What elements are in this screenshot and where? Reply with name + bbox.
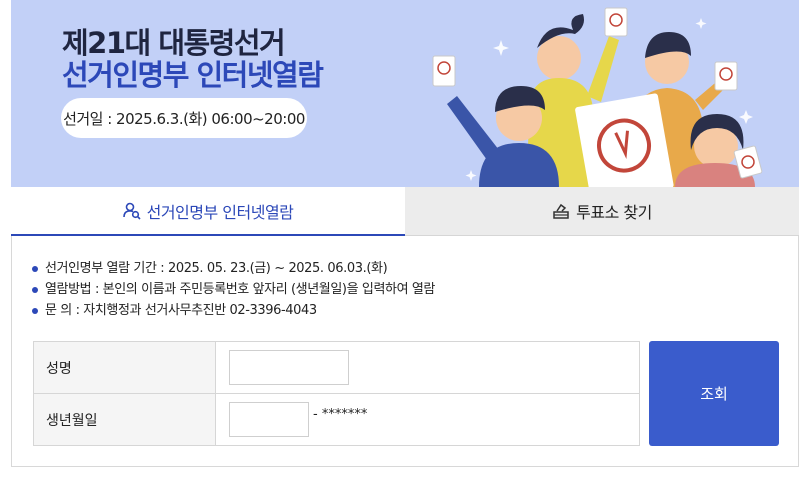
tab-polling-place-label: 투표소 찾기 [576, 203, 652, 222]
bullet-icon [32, 265, 38, 272]
person-search-icon [122, 202, 141, 220]
birth-row: 생년월일 - ******* [34, 394, 639, 445]
birthdate-input[interactable] [229, 402, 309, 437]
lookup-panel: 선거인명부 열람 기간 : 2025. 05. 23.(금) ~ 2025. 0… [11, 236, 799, 467]
bullet-icon [32, 307, 38, 314]
lookup-button[interactable]: 조회 [649, 341, 779, 446]
name-input[interactable] [229, 350, 349, 385]
banner-title-line2: 선거인명부 인터넷열람 [62, 58, 324, 92]
info-item-period: 선거인명부 열람 기간 : 2025. 05. 23.(금) ~ 2025. 0… [32, 258, 435, 279]
lookup-form: 성명 생년월일 - ******* [33, 341, 640, 446]
rrn-mask: - ******* [313, 407, 368, 422]
tab-bar: 선거인명부 인터넷열람 투표소 찾기 [11, 187, 799, 236]
info-item-contact: 문 의 : 자치행정과 선거사무추진반 02-3396-4043 [32, 300, 435, 321]
tab-polling-place[interactable]: 투표소 찾기 [405, 187, 799, 236]
info-text: 선거인명부 열람 기간 : 2025. 05. 23.(금) ~ 2025. 0… [45, 261, 388, 276]
election-date-pill: 선거일 : 2025.6.3.(화) 06:00~20:00 [61, 98, 307, 138]
info-list: 선거인명부 열람 기간 : 2025. 05. 23.(금) ~ 2025. 0… [32, 258, 435, 321]
hero-banner: 제21대 대통령선거 선거인명부 인터넷열람 선거일 : 2025.6.3.(화… [11, 0, 799, 187]
info-text: 열람방법 : 본인의 이름과 주민등록번호 앞자리 (생년월일)을 입력하여 열… [45, 282, 435, 297]
info-text: 문 의 : 자치행정과 선거사무추진반 02-3396-4043 [45, 303, 317, 318]
tab-voter-list[interactable]: 선거인명부 인터넷열람 [11, 187, 405, 236]
birth-label: 생년월일 [34, 394, 216, 445]
tab-voter-list-label: 선거인명부 인터넷열람 [146, 202, 294, 222]
ballot-box-icon [553, 203, 569, 219]
info-item-method: 열람방법 : 본인의 이름과 주민등록번호 앞자리 (생년월일)을 입력하여 열… [32, 279, 435, 300]
bullet-icon [32, 286, 38, 293]
name-label: 성명 [34, 342, 216, 393]
voters-illustration [432, 7, 763, 187]
name-row: 성명 [34, 342, 639, 394]
